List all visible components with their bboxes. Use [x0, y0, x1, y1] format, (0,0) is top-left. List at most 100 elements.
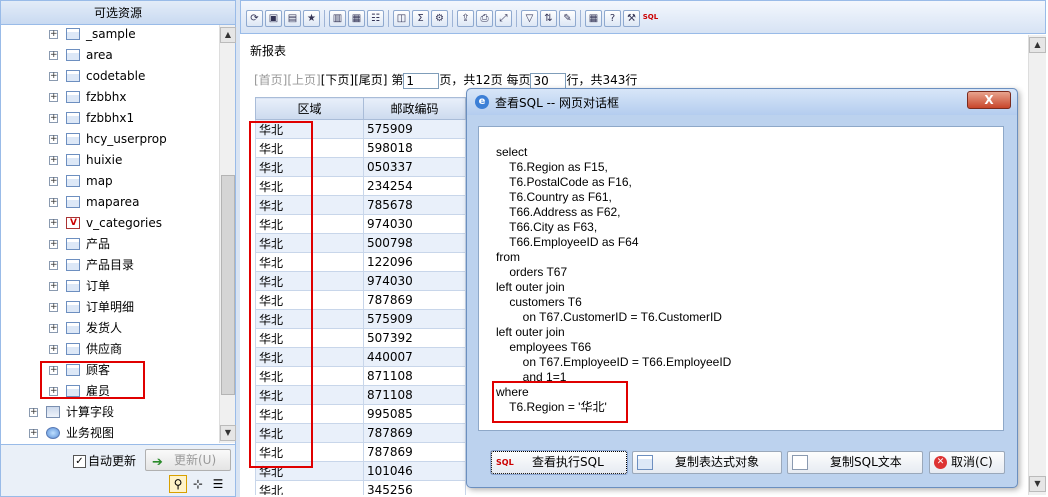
tree-item[interactable]: + area: [1, 45, 219, 66]
list-view-icon[interactable]: ☰: [209, 475, 227, 493]
preview-icon[interactable]: ◫: [393, 10, 410, 27]
table-icon: [66, 364, 80, 376]
sql-icon[interactable]: SQL: [642, 10, 659, 27]
refresh-button[interactable]: ➔ 更新(U): [145, 449, 231, 471]
auto-update-checkbox[interactable]: ✓ 自动更新: [73, 453, 136, 469]
first-page-link[interactable]: [首页]: [254, 73, 287, 87]
tree-item[interactable]: + 业务视图: [1, 423, 219, 443]
page-input[interactable]: 1: [403, 72, 440, 89]
settings-icon[interactable]: ⚒: [623, 10, 640, 27]
column-header-region[interactable]: 区域: [255, 97, 364, 120]
copy-sql-text-label: 复制SQL文本: [830, 455, 902, 469]
tree-item[interactable]: + hcy_userprop: [1, 129, 219, 150]
expand-icon[interactable]: +: [49, 93, 58, 102]
cell-region: 华北: [255, 366, 364, 386]
chart-icon[interactable]: ▥: [329, 10, 346, 27]
tree-item[interactable]: + map: [1, 171, 219, 192]
help-icon[interactable]: ?: [604, 10, 621, 27]
scroll-up-icon[interactable]: ▲: [220, 27, 236, 43]
scroll-up-icon[interactable]: ▲: [1029, 37, 1046, 53]
expand-icon[interactable]: +: [49, 177, 58, 186]
tree-icon[interactable]: ☷: [367, 10, 384, 27]
expand-icon[interactable]: +: [49, 345, 58, 354]
tree-item[interactable]: + 雇员: [1, 381, 219, 402]
cell-region: 华北: [255, 385, 364, 405]
tree-item[interactable]: + fzbbhx: [1, 87, 219, 108]
cancel-button[interactable]: ✕ 取消(C): [929, 451, 1005, 474]
table-icon[interactable]: ▦: [585, 10, 602, 27]
tree-item[interactable]: + 发货人: [1, 318, 219, 339]
prev-page-link[interactable]: [上页]: [287, 73, 320, 87]
expand-icon[interactable]: +: [49, 261, 58, 270]
close-button[interactable]: X: [967, 91, 1011, 109]
filter-icon[interactable]: ▽: [521, 10, 538, 27]
tree-item[interactable]: + 订单: [1, 276, 219, 297]
expand-icon[interactable]: +: [49, 72, 58, 81]
sql-line: T6.Country as F61,: [496, 190, 612, 204]
dialog-title: 查看SQL -- 网页对话框: [495, 96, 620, 110]
resource-tree-scrollbar[interactable]: ▲ ▼: [219, 25, 236, 443]
expand-icon[interactable]: +: [49, 135, 58, 144]
cell-postal-code: 575909: [363, 119, 466, 139]
scrollbar-thumb[interactable]: [221, 175, 235, 395]
favorite-icon[interactable]: ★: [303, 10, 320, 27]
export-icon[interactable]: ⇪: [457, 10, 474, 27]
tree-item[interactable]: + 订单明细: [1, 297, 219, 318]
checkbox-icon[interactable]: ✓: [73, 455, 86, 468]
next-page-link[interactable]: [下页]: [321, 73, 354, 87]
expand-icon[interactable]: +: [49, 303, 58, 312]
save-icon[interactable]: ▣: [265, 10, 282, 27]
sql-text-area[interactable]: select T6.Region as F15, T6.PostalCode a…: [478, 126, 1004, 431]
tree-item[interactable]: + 产品目录: [1, 255, 219, 276]
expand-icon[interactable]: +: [49, 114, 58, 123]
expand-icon[interactable]: +: [49, 366, 58, 375]
copy-sql-text-button[interactable]: 复制SQL文本: [787, 451, 923, 474]
expand-icon[interactable]: +: [49, 282, 58, 291]
auto-update-label: 自动更新: [88, 454, 137, 468]
search-icon[interactable]: ⚲: [169, 475, 187, 493]
refresh-icon[interactable]: ⟳: [246, 10, 263, 27]
fit-icon[interactable]: ⤢: [495, 10, 512, 27]
tree-item[interactable]: + 计算字段: [1, 402, 219, 423]
tree-item[interactable]: + 产品: [1, 234, 219, 255]
expand-icon[interactable]: +: [29, 429, 38, 438]
sort-icon[interactable]: ⇅: [540, 10, 557, 27]
tree-item[interactable]: + v_categories: [1, 213, 219, 234]
last-page-link[interactable]: [尾页]: [354, 73, 387, 87]
column-header-postal-code[interactable]: 邮政编码: [363, 97, 466, 120]
per-page-input[interactable]: 30: [530, 72, 567, 89]
expand-icon[interactable]: +: [49, 51, 58, 60]
dialog-titlebar[interactable]: e 查看SQL -- 网页对话框 X: [467, 89, 1017, 115]
tree-item[interactable]: + codetable: [1, 66, 219, 87]
tree-item[interactable]: + _sample: [1, 25, 219, 45]
sum-icon[interactable]: Σ: [412, 10, 429, 27]
expand-icon[interactable]: +: [49, 30, 58, 39]
tree-item[interactable]: + fzbbhx1: [1, 108, 219, 129]
expand-icon[interactable]: +: [49, 387, 58, 396]
tree-item[interactable]: + 供应商: [1, 339, 219, 360]
panel-splitter[interactable]: [236, 0, 240, 497]
expand-icon[interactable]: +: [49, 240, 58, 249]
expand-icon[interactable]: +: [29, 408, 38, 417]
properties-icon[interactable]: ✎: [559, 10, 576, 27]
expand-icon[interactable]: +: [49, 219, 58, 228]
expand-icon[interactable]: +: [49, 156, 58, 165]
expand-icon[interactable]: +: [49, 198, 58, 207]
tree-item[interactable]: + huixie: [1, 150, 219, 171]
save-as-icon[interactable]: ▤: [284, 10, 301, 27]
tree-item[interactable]: + maparea: [1, 192, 219, 213]
parameter-icon[interactable]: ⚙: [431, 10, 448, 27]
report-scrollbar[interactable]: ▲ ▼: [1028, 35, 1046, 495]
scroll-down-icon[interactable]: ▼: [220, 425, 236, 441]
print-icon[interactable]: ⎙: [476, 10, 493, 27]
table-row: 华北 787869: [255, 423, 466, 443]
view-exec-sql-button[interactable]: SQL 查看执行SQL: [490, 450, 628, 475]
cell-region: 华北: [255, 233, 364, 253]
hierarchy-icon[interactable]: ⊹: [189, 475, 207, 493]
layout-icon[interactable]: ▦: [348, 10, 365, 27]
copy-expression-button[interactable]: 复制表达式对象: [632, 451, 782, 474]
expand-icon[interactable]: +: [49, 324, 58, 333]
table-row: 华北 234254: [255, 176, 466, 196]
scroll-down-icon[interactable]: ▼: [1029, 476, 1046, 492]
tree-item[interactable]: + 顾客: [1, 360, 219, 381]
